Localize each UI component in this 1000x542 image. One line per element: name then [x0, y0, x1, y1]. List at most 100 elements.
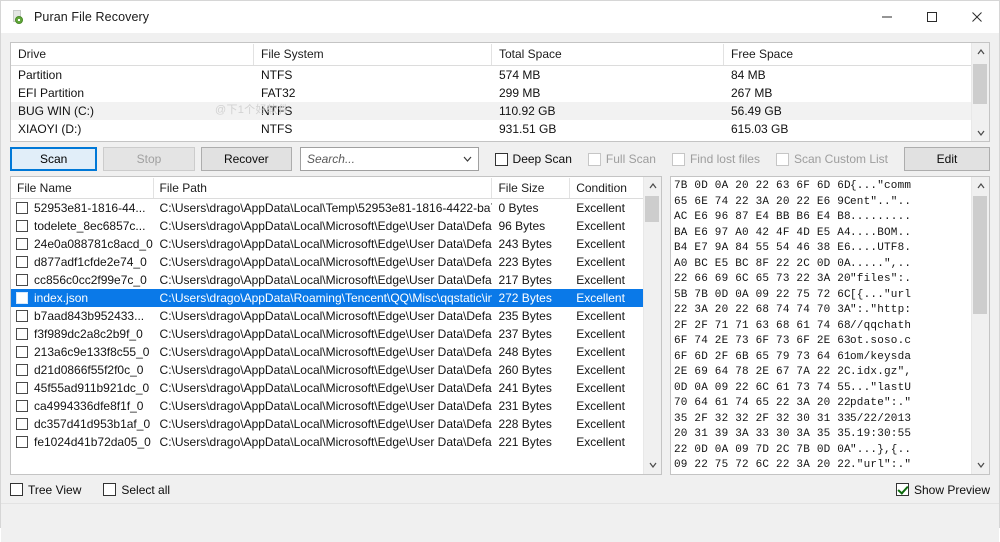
table-row[interactable]: dc357d41d953b1af_0C:\Users\drago\AppData… — [11, 415, 643, 433]
drive-row[interactable]: XIAOYI (D:)NTFS931.51 GB615.03 GB — [11, 120, 971, 138]
full-scan-checkbox[interactable]: Full Scan — [588, 152, 656, 166]
stop-button[interactable]: Stop — [103, 147, 194, 171]
file-scroll-track[interactable] — [644, 194, 661, 457]
file-path-cell: C:\Users\drago\AppData\Local\Microsoft\E… — [154, 379, 493, 397]
preview-panel[interactable]: 7B 0D 0A 20 22 63 6F 6D 6D{..."comm65 6E… — [670, 176, 990, 475]
table-row[interactable]: b7aad843b952433...C:\Users\drago\AppData… — [11, 307, 643, 325]
file-row-container: 52953e81-1816-44...C:\Users\drago\AppDat… — [11, 199, 643, 451]
recover-button[interactable]: Recover — [201, 147, 292, 171]
column-header-condition[interactable]: Condition — [570, 178, 643, 198]
column-header-free-space[interactable]: Free Space — [724, 44, 962, 65]
chevron-down-icon[interactable] — [458, 148, 478, 170]
file-scroll-thumb[interactable] — [645, 196, 659, 222]
table-row[interactable]: todelete_8ec6857c...C:\Users\drago\AppDa… — [11, 217, 643, 235]
hex-line: 2E 69 64 78 2E 67 7A 22 2C.idx.gz", — [674, 365, 971, 381]
scan-custom-list-box-icon[interactable] — [776, 153, 789, 166]
row-checkbox-icon[interactable] — [16, 436, 28, 448]
maximize-icon[interactable] — [909, 1, 954, 32]
table-row[interactable]: fe1024d41b72da05_0C:\Users\drago\AppData… — [11, 433, 643, 451]
table-row[interactable]: 52953e81-1816-44...C:\Users\drago\AppDat… — [11, 199, 643, 217]
scan-custom-list-checkbox[interactable]: Scan Custom List — [776, 152, 888, 166]
scroll-up-icon[interactable] — [972, 177, 989, 194]
drive-cell-drive: EFI Partition — [11, 84, 254, 102]
show-preview-box-icon[interactable] — [896, 483, 909, 496]
scroll-up-icon[interactable] — [972, 43, 989, 60]
table-row[interactable]: f3f989dc2a8c2b9f_0C:\Users\drago\AppData… — [11, 325, 643, 343]
scan-button[interactable]: Scan — [10, 147, 97, 171]
row-checkbox-icon[interactable] — [16, 310, 28, 322]
drive-scroll-track[interactable] — [972, 60, 989, 124]
hex-bytes: 2E 69 64 78 2E 67 7A 22 2C — [674, 365, 850, 381]
row-checkbox-icon[interactable] — [16, 364, 28, 376]
hex-bytes: A0 BC E5 BC 8F 22 2C 0D 0A — [674, 257, 850, 273]
full-scan-box-icon[interactable] — [588, 153, 601, 166]
preview-scroll-track[interactable] — [972, 194, 989, 457]
hex-preview-body: 7B 0D 0A 20 22 63 6F 6D 6D{..."comm65 6E… — [671, 177, 971, 474]
preview-scrollbar[interactable] — [971, 177, 989, 474]
file-size-cell: 235 Bytes — [492, 307, 570, 325]
file-list-panel[interactable]: File Name File Path File Size Condition … — [10, 176, 662, 475]
drive-cell-fs: FAT32 — [254, 84, 492, 102]
show-preview-checkbox[interactable]: Show Preview — [896, 483, 990, 497]
row-checkbox-icon[interactable] — [16, 418, 28, 430]
row-checkbox-icon[interactable] — [16, 382, 28, 394]
scroll-down-icon[interactable] — [644, 457, 661, 474]
drive-table-scrollbar[interactable] — [971, 43, 989, 141]
table-row[interactable]: cc856c0cc2f99e7c_0C:\Users\drago\AppData… — [11, 271, 643, 289]
column-header-file-name[interactable]: File Name — [11, 178, 154, 198]
hex-bytes: 2F 2F 71 71 63 68 61 74 68 — [674, 319, 850, 335]
column-header-file-size[interactable]: File Size — [492, 178, 570, 198]
close-icon[interactable] — [954, 1, 999, 32]
scroll-down-icon[interactable] — [972, 457, 989, 474]
file-list-scrollbar[interactable] — [643, 177, 661, 474]
select-all-checkbox[interactable]: Select all — [103, 483, 170, 497]
row-checkbox-icon[interactable] — [16, 256, 28, 268]
column-header-file-path[interactable]: File Path — [154, 178, 493, 198]
drive-row[interactable]: PartitionNTFS574 MB84 MB — [11, 66, 971, 84]
table-row[interactable]: d21d0866f55f2f0c_0C:\Users\drago\AppData… — [11, 361, 643, 379]
scroll-up-icon[interactable] — [644, 177, 661, 194]
file-path-cell: C:\Users\drago\AppData\Local\Microsoft\E… — [154, 343, 493, 361]
row-checkbox-icon[interactable] — [16, 400, 28, 412]
deep-scan-box-icon[interactable] — [495, 153, 508, 166]
column-header-file-system[interactable]: File System — [254, 44, 492, 65]
row-checkbox-icon[interactable] — [16, 346, 28, 358]
drive-scroll-thumb[interactable] — [973, 64, 987, 104]
minimize-icon[interactable] — [864, 1, 909, 32]
row-checkbox-icon[interactable] — [16, 292, 28, 304]
file-name-text: 213a6c9e133f8c55_0 — [34, 343, 149, 361]
find-lost-files-checkbox[interactable]: Find lost files — [672, 152, 760, 166]
deep-scan-checkbox[interactable]: Deep Scan — [495, 152, 572, 166]
drive-row[interactable]: BACKUP (E:)NTFS931.51 GB659.96 GB — [11, 138, 971, 141]
table-row[interactable]: 213a6c9e133f8c55_0 C:\Users\drago\AppData… — [11, 343, 643, 361]
row-checkbox-icon[interactable] — [16, 220, 28, 232]
table-row[interactable]: 45f55ad911b921dc_0C:\Users\drago\AppData… — [11, 379, 643, 397]
table-row[interactable]: 24e0a088781c8acd_0C:\Users\drago\AppData… — [11, 235, 643, 253]
table-row[interactable]: d877adf1cfde2e74_0C:\Users\drago\AppData… — [11, 253, 643, 271]
row-checkbox-icon[interactable] — [16, 238, 28, 250]
drive-row[interactable]: EFI PartitionFAT32299 MB267 MB — [11, 84, 971, 102]
table-row[interactable]: index.jsonC:\Users\drago\AppData\Roaming… — [11, 289, 643, 307]
edit-button[interactable]: Edit — [904, 147, 990, 171]
drive-table[interactable]: Drive File System Total Space Free Space… — [10, 42, 990, 142]
row-checkbox-icon[interactable] — [16, 274, 28, 286]
search-combobox[interactable]: Search... — [300, 147, 479, 171]
column-header-drive[interactable]: Drive — [11, 44, 254, 65]
scroll-down-icon[interactable] — [972, 124, 989, 141]
preview-scroll-thumb[interactable] — [973, 196, 987, 314]
drive-row-container: PartitionNTFS574 MB84 MBEFI PartitionFAT… — [11, 66, 971, 141]
find-lost-files-box-icon[interactable] — [672, 153, 685, 166]
column-header-total-space[interactable]: Total Space — [492, 44, 724, 65]
table-row[interactable]: ca4994336dfe8f1f_0C:\Users\drago\AppData… — [11, 397, 643, 415]
drive-row[interactable]: BUG WIN (C:)NTFS110.92 GB56.49 GB — [11, 102, 971, 120]
row-checkbox-icon[interactable] — [16, 202, 28, 214]
file-name-cell: ca4994336dfe8f1f_0 — [11, 397, 154, 415]
search-input[interactable]: Search... — [301, 152, 355, 166]
tree-view-box-icon[interactable] — [10, 483, 23, 496]
row-checkbox-icon[interactable] — [16, 328, 28, 340]
file-name-text: 24e0a088781c8acd_0 — [34, 235, 153, 253]
select-all-box-icon[interactable] — [103, 483, 116, 496]
file-name-cell: fe1024d41b72da05_0 — [11, 433, 154, 451]
tree-view-checkbox[interactable]: Tree View — [10, 483, 81, 497]
hex-bytes: 09 22 75 72 6C 22 3A 20 22 — [674, 458, 850, 474]
